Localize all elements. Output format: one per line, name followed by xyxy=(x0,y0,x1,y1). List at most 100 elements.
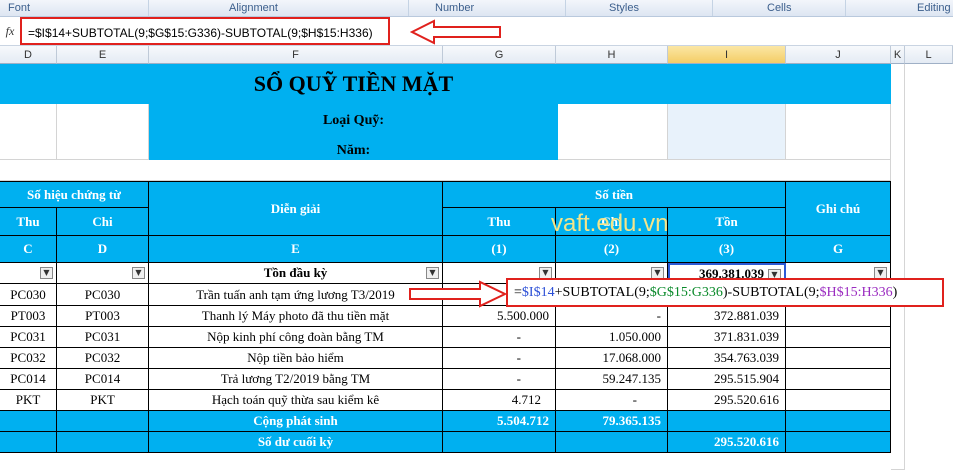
cell-note[interactable] xyxy=(786,348,891,369)
column-header-i[interactable]: I xyxy=(668,46,786,64)
header-code-2: (2) xyxy=(556,236,668,263)
cell-balance[interactable]: 295.520.616 xyxy=(668,390,786,411)
header-description: Diễn giải xyxy=(149,181,443,236)
cell-note[interactable] xyxy=(786,327,891,348)
header-voucher-no: Số hiệu chứng từ xyxy=(0,181,149,208)
cell-description[interactable]: Hạch toán quỹ thừa sau kiểm kê xyxy=(149,390,443,411)
total-out: 79.365.135 xyxy=(556,411,668,432)
closing-empty xyxy=(443,432,556,453)
cell-description[interactable]: Nộp kinh phí công đoàn bằng TM xyxy=(149,327,443,348)
year-label: Năm: xyxy=(336,143,371,158)
cell-thu[interactable]: PC031 xyxy=(0,327,57,348)
cell-description[interactable]: Thanh lý Máy photo đã thu tiền mặt xyxy=(149,306,443,327)
closing-label: Số dư cuối kỳ xyxy=(149,432,443,453)
header-thu: Thu xyxy=(0,208,57,236)
cell-note[interactable] xyxy=(786,306,891,327)
column-header-g[interactable]: G xyxy=(443,46,556,64)
filter-cell-d: ▼ xyxy=(57,263,149,284)
cell-chi[interactable]: PC030 xyxy=(57,284,149,306)
header-code-e: E xyxy=(149,236,443,263)
column-header-k[interactable]: K xyxy=(891,46,905,64)
cell-note[interactable] xyxy=(786,369,891,390)
total-label: Cộng phát sinh xyxy=(149,411,443,432)
cell-balance[interactable]: 295.515.904 xyxy=(668,369,786,390)
column-header-f[interactable]: F xyxy=(149,46,443,64)
cell-thu[interactable]: PC014 xyxy=(0,369,57,390)
formula-part-fn2: )-SUBTOTAL(9; xyxy=(722,285,820,300)
column-header-j[interactable]: J xyxy=(786,46,891,64)
closing-empty xyxy=(786,432,891,453)
header-amount: Số tiền xyxy=(443,181,786,208)
ribbon-group-styles[interactable]: Styles xyxy=(609,2,639,14)
formula-part-ref1: $I$14 xyxy=(521,285,555,300)
cell-description[interactable]: Nộp tiền bảo hiểm xyxy=(149,348,443,369)
filter-active-icon[interactable]: ▼ xyxy=(426,267,439,279)
fx-icon[interactable]: fx xyxy=(0,17,21,45)
column-header-h[interactable]: H xyxy=(556,46,668,64)
cell-out[interactable]: 1.050.000 xyxy=(556,327,668,348)
cell-description[interactable]: Trần tuấn anh tạm ứng lương T3/2019 xyxy=(149,284,443,306)
header-note: Ghi chú xyxy=(786,181,891,236)
column-header-e[interactable]: E xyxy=(57,46,149,64)
header-code-3: (3) xyxy=(668,236,786,263)
closing-empty xyxy=(0,432,57,453)
cell-chi[interactable]: PT003 xyxy=(57,306,149,327)
cell-in[interactable]: - xyxy=(443,348,556,369)
cell-thu[interactable]: PC030 xyxy=(0,284,57,306)
formula-part-anchor: = xyxy=(514,285,522,300)
filter-cell-c: ▼ xyxy=(0,263,57,284)
ribbon-group-number[interactable]: Number xyxy=(435,2,474,14)
ribbon-group-alignment[interactable]: Alignment xyxy=(229,2,278,14)
grid-cell xyxy=(668,104,786,160)
cell-chi[interactable]: PC032 xyxy=(57,348,149,369)
cell-in[interactable]: 4.712 xyxy=(443,390,556,411)
cell-note[interactable] xyxy=(786,390,891,411)
grid-cell xyxy=(57,104,149,160)
formula-part-ref3: $H$15:H336 xyxy=(819,285,893,300)
cell-in[interactable]: 5.500.000 xyxy=(443,306,556,327)
opening-label-text: Tồn đầu kỳ xyxy=(263,265,328,280)
arrow-left-icon xyxy=(410,19,501,45)
grid-cell xyxy=(558,104,668,160)
cell-description[interactable]: Trả lương T2/2019 bằng TM xyxy=(149,369,443,390)
header-amount-in: Thu xyxy=(443,208,556,236)
formula-bar: fx =$I$14+SUBTOTAL(9;$G$15:G336)-SUBTOTA… xyxy=(0,17,953,46)
cell-out[interactable]: - xyxy=(556,390,668,411)
formula-part-close: ) xyxy=(892,285,898,300)
scroll-fade xyxy=(903,64,953,470)
formula-part-fn1: +SUBTOTAL(9; xyxy=(554,285,650,300)
ribbon-group-font[interactable]: Font xyxy=(8,2,30,14)
grid-cell xyxy=(786,104,891,160)
cell-chi[interactable]: PKT xyxy=(57,390,149,411)
cell-out[interactable]: 17.068.000 xyxy=(556,348,668,369)
header-code-1: (1) xyxy=(443,236,556,263)
ribbon-group-editing[interactable]: Editing xyxy=(917,2,951,14)
cell-out[interactable]: - xyxy=(556,306,668,327)
header-code-g: G xyxy=(786,236,891,263)
cell-chi[interactable]: PC014 xyxy=(57,369,149,390)
total-empty xyxy=(57,411,149,432)
header-balance: Tồn xyxy=(668,208,786,236)
header-code-d: D xyxy=(57,236,149,263)
filter-dropdown-icon[interactable]: ▼ xyxy=(132,267,145,279)
formula-cell-editor[interactable]: =$I$14+SUBTOTAL(9;$G$15:G336)-SUBTOTAL(9… xyxy=(506,278,944,307)
grid-row xyxy=(0,160,891,181)
formula-input[interactable]: =$I$14+SUBTOTAL(9;$G$15:G336)-SUBTOTAL(9… xyxy=(20,17,390,45)
cell-chi[interactable]: PC031 xyxy=(57,327,149,348)
cell-thu[interactable]: PT003 xyxy=(0,306,57,327)
header-chi: Chi xyxy=(57,208,149,236)
column-header-d[interactable]: D xyxy=(0,46,57,64)
closing-empty xyxy=(556,432,668,453)
cell-out[interactable]: 59.247.135 xyxy=(556,369,668,390)
filter-dropdown-icon[interactable]: ▼ xyxy=(40,267,53,279)
cell-thu[interactable]: PKT xyxy=(0,390,57,411)
cell-balance[interactable]: 371.831.039 xyxy=(668,327,786,348)
cell-balance[interactable]: 372.881.039 xyxy=(668,306,786,327)
cell-in[interactable]: - xyxy=(443,369,556,390)
ribbon-group-cells[interactable]: Cells xyxy=(767,2,791,14)
grid-cell xyxy=(0,104,57,160)
cell-balance[interactable]: 354.763.039 xyxy=(668,348,786,369)
column-header-l[interactable]: L xyxy=(905,46,953,64)
cell-in[interactable]: - xyxy=(443,327,556,348)
cell-thu[interactable]: PC032 xyxy=(0,348,57,369)
